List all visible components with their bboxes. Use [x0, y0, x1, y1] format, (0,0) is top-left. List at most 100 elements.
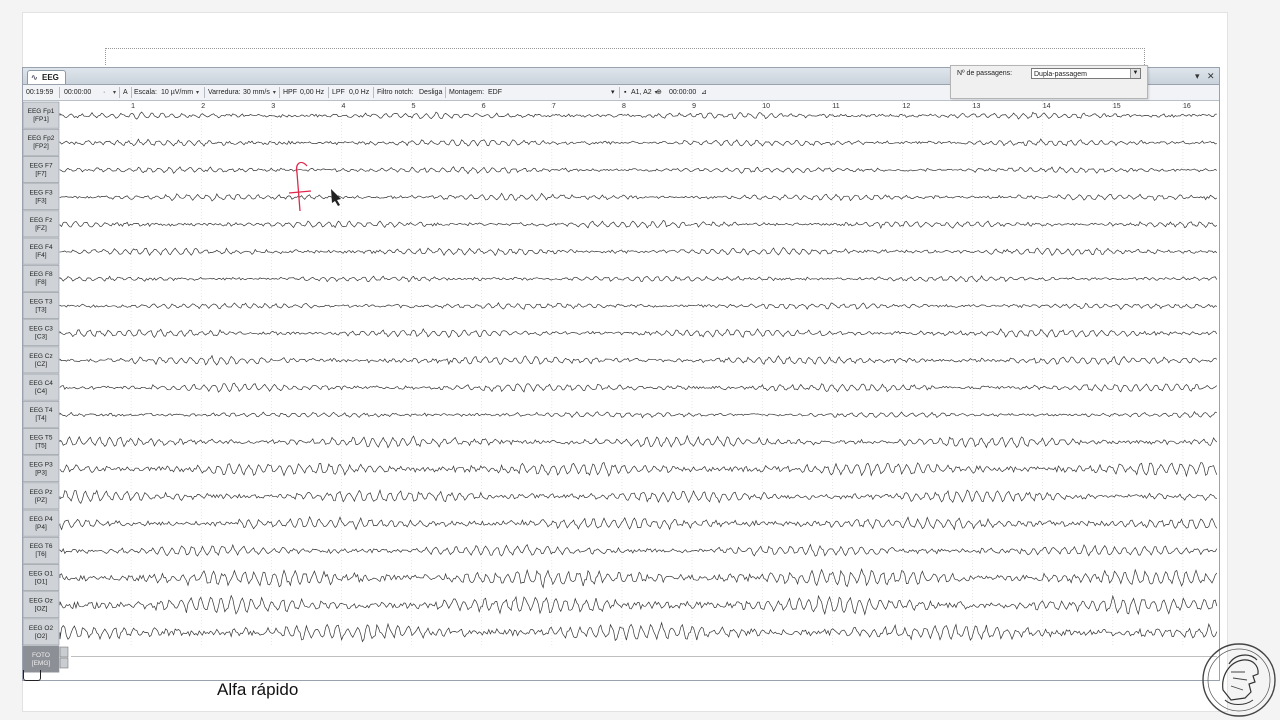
passes-select[interactable]: Dupla-passagem ▼: [1031, 68, 1141, 79]
channel-electrode: [C4]: [35, 388, 47, 395]
separator: [59, 87, 60, 98]
reference-select[interactable]: A1, A2: [631, 85, 658, 101]
flag-icon[interactable]: ⊿: [701, 85, 707, 100]
x-tick-label: 6: [482, 103, 486, 110]
eeg-trace-chart[interactable]: 1 2 3 4 5 6 7 8 9 10 11 12 13 14 15 16EEG Fp1[FP1]EEG F…: [23, 101, 1219, 675]
sweep-select[interactable]: 30 mm/s: [243, 85, 276, 101]
sweep-label: Varredura:: [208, 89, 241, 96]
x-tick-label: 9: [692, 103, 696, 110]
channel-name: EEG Cz: [29, 353, 52, 360]
separator: [131, 87, 132, 98]
channel-electrode: [O2]: [35, 633, 47, 640]
eeg-trace-f3: [59, 192, 1217, 202]
eeg-trace-cz: [59, 354, 1218, 366]
eeg-trace-fp2: [59, 138, 1217, 147]
eeg-trace-p4: [59, 515, 1218, 531]
channel-name: EEG Fp1: [28, 108, 55, 115]
channel-name: EEG Pz: [29, 489, 52, 496]
channel-name: EEG F3: [29, 190, 53, 197]
eeg-trace-pz: [59, 488, 1217, 505]
scale-label: Escala:: [134, 89, 157, 96]
channel-name: FOTO: [32, 652, 50, 659]
eeg-trace-c3: [59, 328, 1218, 338]
mouse-cursor-icon: [331, 189, 341, 206]
eeg-trace-t5: [59, 434, 1218, 449]
chevron-down-icon[interactable]: ▼: [1130, 69, 1140, 78]
channel-electrode: [F4]: [35, 252, 46, 259]
tab-eeg[interactable]: ∿ EEG: [27, 70, 66, 84]
lpf-label: LPF: [332, 89, 345, 96]
eeg-viewer-window: ∿ EEG ▾ ✕ 00:19:59 00:00:00 · A Escala: …: [22, 67, 1220, 681]
eeg-trace-p3: [59, 461, 1218, 478]
clock-icon[interactable]: ⊕: [656, 85, 662, 100]
eeg-trace-f7: [59, 166, 1218, 175]
lpf-value[interactable]: 0,0 Hz: [349, 85, 369, 100]
reference-icon: ▪: [624, 89, 627, 96]
channel-name: EEG Oz: [29, 598, 53, 605]
hpf-value[interactable]: 0,00 Hz: [300, 85, 324, 100]
channel-electrode: [FP1]: [33, 116, 49, 123]
separator: [279, 87, 280, 98]
x-tick-label: 10: [762, 103, 770, 110]
eeg-trace-fz: [59, 220, 1217, 230]
time-dropdown-icon[interactable]: [110, 85, 116, 101]
channel-name: EEG T5: [29, 434, 52, 441]
channel-electrode: [FZ]: [35, 225, 47, 232]
channel-electrode: [EMG]: [32, 660, 51, 667]
channel-electrode: [PZ]: [35, 497, 47, 504]
x-tick-label: 13: [973, 103, 981, 110]
channel-name: EEG T6: [29, 543, 52, 550]
eeg-trace-fp1: [59, 111, 1217, 120]
x-tick-label: 14: [1043, 103, 1051, 110]
channel-name: EEG Fp2: [28, 135, 55, 142]
foto-plus-button[interactable]: [59, 646, 69, 658]
channel-name: EEG F8: [29, 271, 53, 278]
x-tick-label: 5: [412, 103, 416, 110]
separator: [119, 87, 120, 98]
time-marker[interactable]: 00:00:00: [669, 85, 696, 100]
scale-select[interactable]: 10 µV/mm: [161, 85, 199, 101]
x-tick-label: 2: [201, 103, 205, 110]
channel-electrode: [T4]: [35, 415, 46, 422]
channel-electrode: [CZ]: [35, 361, 47, 368]
channel-name: EEG P3: [29, 462, 53, 469]
x-tick-label: 15: [1113, 103, 1121, 110]
placeholder-outline: [105, 48, 1145, 65]
channel-name: EEG C4: [29, 380, 53, 387]
close-icon[interactable]: ✕: [1207, 70, 1215, 82]
time-current-field[interactable]: 00:00:00: [64, 85, 91, 100]
x-tick-label: 3: [271, 103, 275, 110]
tab-eeg-label: EEG: [42, 73, 59, 82]
window-menu-icon[interactable]: ▾: [1195, 70, 1200, 82]
channel-electrode: [P4]: [35, 524, 47, 531]
separator: [373, 87, 374, 98]
bracket-mark: [23, 670, 41, 681]
x-tick-label: 1: [131, 103, 135, 110]
x-tick-label: 7: [552, 103, 556, 110]
montage-dropdown-icon[interactable]: ▾: [611, 85, 615, 100]
eeg-trace-f8: [59, 275, 1218, 283]
athena-helmet-logo: [1202, 643, 1276, 717]
eeg-trace-o2: [59, 621, 1218, 643]
channel-name: EEG O2: [29, 625, 54, 632]
passes-select-value: Dupla-passagem: [1034, 71, 1087, 78]
notch-value[interactable]: Desliga: [419, 85, 442, 100]
channel-electrode: [FP2]: [33, 143, 49, 150]
x-tick-label: 12: [902, 103, 910, 110]
notch-label: Filtro notch:: [377, 89, 414, 96]
separator: [619, 87, 620, 98]
annotation-a-button[interactable]: A: [123, 85, 128, 100]
time-start-field[interactable]: 00:19:59: [26, 85, 53, 100]
channel-electrode: [OZ]: [35, 606, 48, 613]
channel-electrode: [O1]: [35, 578, 47, 585]
foto-minus-button[interactable]: [59, 657, 69, 669]
time-spinner-icon[interactable]: ·: [103, 85, 105, 100]
passes-label: Nº de passagens:: [957, 70, 1013, 77]
montage-select[interactable]: EDF: [488, 85, 502, 100]
passes-panel: Nº de passagens: Dupla-passagem ▼: [950, 65, 1148, 99]
channel-electrode: [T3]: [35, 306, 46, 313]
channel-name: EEG P4: [29, 516, 53, 523]
channel-name: EEG O1: [29, 570, 54, 577]
x-tick-label: 8: [622, 103, 626, 110]
separator: [328, 87, 329, 98]
